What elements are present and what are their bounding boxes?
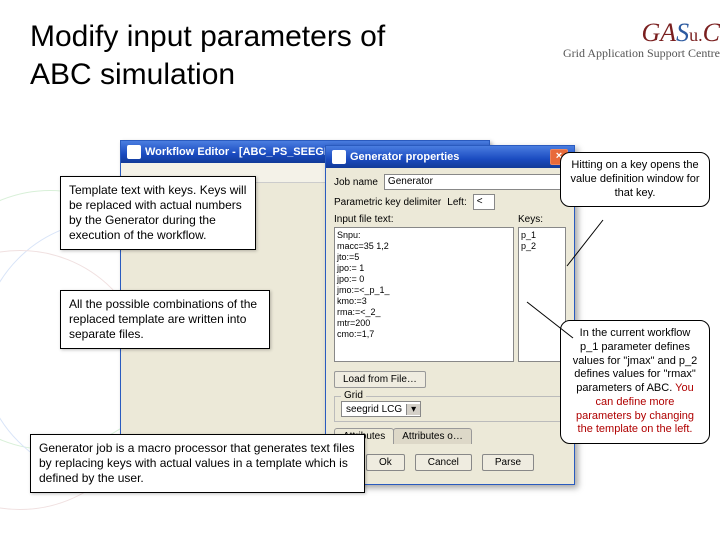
grid-legend: Grid (341, 390, 366, 401)
callout-params: In the current workflow p_1 parameter de… (560, 320, 710, 444)
brand-subtitle: Grid Application Support Centre (520, 46, 720, 61)
keys-label: Keys: (518, 214, 566, 225)
delimiter-left-field[interactable]: < (473, 194, 495, 210)
input-template-textarea[interactable]: Snpu:macc=35 1,2jto:=5jpo:= 1jpo:= 0jmo:… (334, 227, 514, 362)
template-line: jpo:= 0 (337, 274, 511, 285)
keys-list-item[interactable]: p_2 (521, 241, 563, 252)
load-from-file-button[interactable]: Load from File… (334, 371, 426, 388)
template-line: cmo:=1,7 (337, 329, 511, 340)
callout-key-pointer (565, 218, 605, 268)
template-line: macc=35 1,2 (337, 241, 511, 252)
keys-list-item[interactable]: p_1 (521, 230, 563, 241)
brand-block: GASu.C Grid Application Support Centre (520, 18, 720, 61)
cancel-button[interactable]: Cancel (415, 454, 472, 471)
note-generator-macro: Generator job is a macro processor that … (30, 434, 365, 493)
template-line: jmo:=<_p_1_ (337, 285, 511, 296)
page-title: Modify input parameters of ABC simulatio… (30, 18, 410, 93)
keys-listbox[interactable]: p_1p_2 (518, 227, 566, 362)
input-text-label: Input file text: (334, 214, 514, 225)
parse-button[interactable]: Parse (482, 454, 534, 471)
chevron-down-icon: ▾ (406, 404, 420, 415)
grid-combobox[interactable]: seegrid LCG ▾ (341, 401, 421, 417)
note-template-keys: Template text with keys. Keys will be re… (60, 176, 256, 250)
grid-combobox-value: seegrid LCG (342, 404, 406, 415)
generator-title: Generator properties (350, 151, 459, 163)
template-line: mtr=200 (337, 318, 511, 329)
app-icon (127, 145, 141, 159)
dialog-icon (332, 150, 346, 164)
brand-logo: GASu.C (520, 18, 720, 48)
note-combinations: All the possible combinations of the rep… (60, 290, 270, 349)
attributes-tabstrip: Attributes Attributes o… (334, 428, 566, 444)
template-line: rma:=<_2_ (337, 307, 511, 318)
callout-key-opens: Hitting on a key opens the value definit… (560, 152, 710, 207)
template-line: kmo:=3 (337, 296, 511, 307)
generator-titlebar[interactable]: Generator properties × (326, 146, 574, 168)
callout-params-pointer (525, 300, 575, 340)
job-name-label: Job name (334, 177, 378, 188)
template-line: jpo:= 1 (337, 263, 511, 274)
delimiter-label: Parametric key delimiter (334, 197, 441, 208)
job-name-field[interactable]: Generator (384, 174, 566, 190)
template-line: Snpu: (337, 230, 511, 241)
ok-button[interactable]: Ok (366, 454, 405, 471)
template-line: jto:=5 (337, 252, 511, 263)
tab-attributes-other[interactable]: Attributes o… (393, 428, 472, 444)
grid-group: Grid seegrid LCG ▾ (334, 396, 566, 422)
delimiter-left-label: Left: (447, 197, 466, 208)
